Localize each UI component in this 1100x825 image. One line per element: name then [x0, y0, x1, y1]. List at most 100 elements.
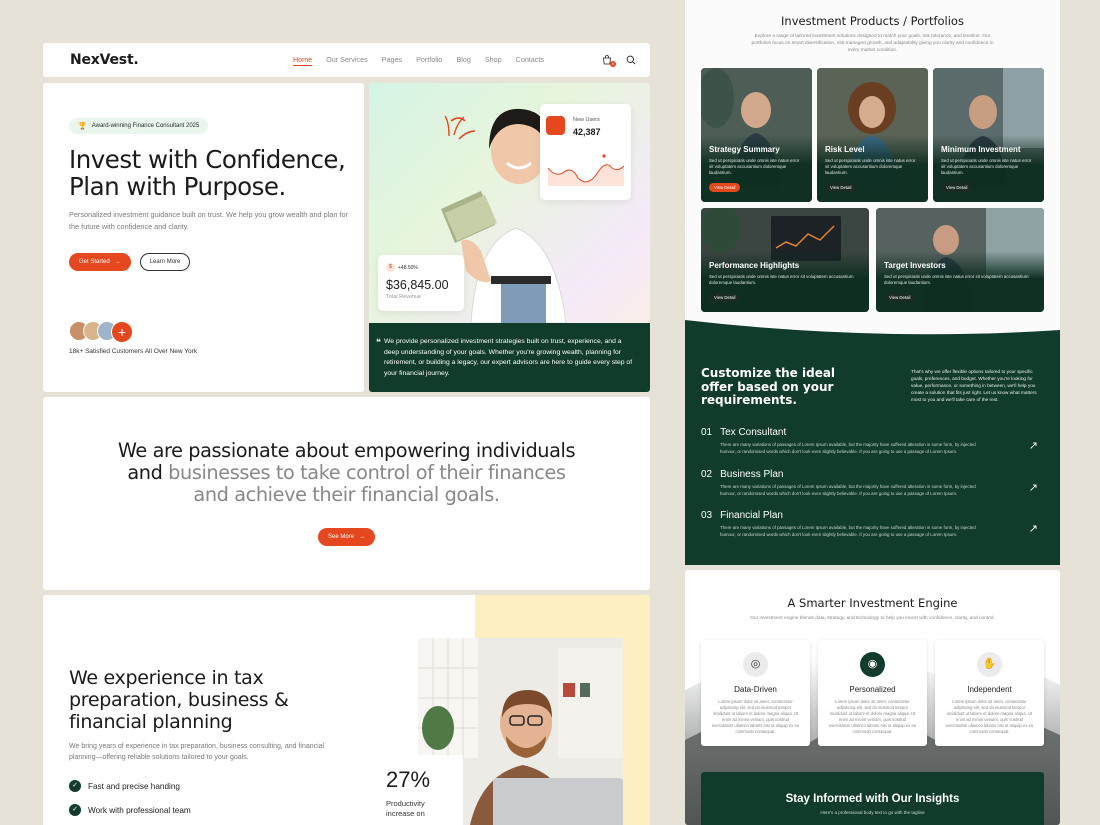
hero-title-line-2: Plan with Purpose.: [69, 172, 286, 201]
offer-item-financial-plan[interactable]: 03 Financial Plan There are many variatio…: [701, 510, 1046, 538]
engine-card-description: Lorem ipsum dolor sit amet, consectetur …: [711, 699, 800, 734]
view-detail-button[interactable]: View Detail: [709, 293, 741, 302]
card-overlay: Strategy Summary Sed ut perspiciatis und…: [701, 135, 812, 202]
arrow-up-right-icon[interactable]: ↗: [1029, 522, 1038, 535]
mission-heading: We are passionate about empowering indiv…: [43, 440, 650, 506]
personalized-icon: ◉: [860, 652, 885, 677]
offer-item-heading: 03 Financial Plan: [701, 510, 1046, 521]
product-card-target-investors[interactable]: Target Investors Sed ut perspiciatis und…: [876, 208, 1044, 312]
nav-item-our-services[interactable]: Our Services: [326, 55, 368, 66]
nav-item-home[interactable]: Home: [292, 55, 313, 66]
product-cards-row-1: Strategy Summary Sed ut perspiciatis und…: [701, 68, 1044, 202]
card-title: Target Investors: [884, 261, 946, 270]
cart-count-badge: 0: [610, 61, 616, 67]
offer-item-number: 02: [701, 469, 713, 480]
engine-card-data-driven[interactable]: ◎ Data-Driven Lorem ipsum dolor sit amet…: [701, 640, 810, 746]
check-icon: ✓: [69, 804, 81, 816]
product-card-performance-highlights[interactable]: Performance Highlights Sed ut perspiciat…: [701, 208, 869, 312]
customers-text: 18k+ Satisfied Customers All Over New Yo…: [69, 348, 198, 355]
offer-item-heading: 01 Tex Consultant: [701, 427, 1046, 438]
growth-value: +48.50%: [398, 264, 418, 271]
new-users-value: 42,387: [573, 127, 601, 137]
tax-subtitle: We bring years of experience in tax prep…: [69, 743, 325, 761]
engine-section: A Smarter Investment Engine Our investme…: [685, 570, 1060, 825]
engine-cards: ◎ Data-Driven Lorem ipsum dolor sit amet…: [701, 640, 1044, 746]
view-detail-button[interactable]: View Detail: [884, 293, 916, 302]
award-badge: 🏆 Award-winning Finance Consultant 2025: [69, 118, 209, 134]
customer-avatars: +: [69, 321, 364, 343]
offer-item-title: Tex Consultant: [720, 427, 787, 438]
arrow-right-icon: →: [359, 534, 365, 540]
checklist-label: Work with professional team: [88, 805, 191, 815]
add-avatar-icon[interactable]: +: [111, 321, 133, 343]
wave-divider: [685, 320, 1060, 335]
nav-item-contacts[interactable]: Contacts: [516, 55, 544, 66]
offer-note: That's why we offer flexible options tai…: [911, 369, 1037, 402]
mission-section: We are passionate about empowering indiv…: [43, 397, 650, 590]
product-card-risk-level[interactable]: Risk Level Sed ut perspiciatis unde omni…: [817, 68, 928, 202]
offer-item-title: Business Plan: [720, 469, 784, 480]
data-icon: ◎: [743, 652, 768, 677]
offer-item-business-plan[interactable]: 02 Business Plan There are many variation…: [701, 469, 1046, 497]
arrow-up-right-icon[interactable]: ↗: [1029, 481, 1038, 494]
productivity-label: Productivity increase on: [386, 799, 425, 818]
check-icon: ✓: [69, 780, 81, 792]
checklist-item: ✓ Fast and precise handing: [69, 780, 191, 792]
top-navbar: NexVest. Home Our Services Pages Portfol…: [43, 43, 650, 77]
checklist-label: Fast and precise handing: [88, 781, 180, 791]
see-more-label: See More: [327, 534, 354, 540]
hero-intro: 🏆 Award-winning Finance Consultant 2025 …: [43, 83, 364, 392]
engine-card-independent[interactable]: ✋ Independent Lorem ipsum dolor sit amet…: [935, 640, 1044, 746]
engine-card-title: Independent: [967, 685, 1012, 694]
card-title: Performance Highlights: [709, 261, 800, 270]
new-users-label: New Users: [573, 117, 600, 123]
view-detail-button[interactable]: View Detail: [941, 183, 973, 192]
card-description: Sed ut perspiciatis unde omnis iste natu…: [825, 158, 916, 175]
checklist-item: ✓ Work with professional team: [69, 804, 191, 816]
productivity-stat: 27% Productivity increase on: [378, 755, 463, 825]
view-detail-button[interactable]: View Detail: [825, 183, 857, 192]
revenue-value: $36,845.00: [386, 278, 449, 292]
main-menu: Home Our Services Pages Portfolio Blog S…: [292, 55, 544, 66]
nav-item-portfolio[interactable]: Portfolio: [416, 55, 442, 66]
get-started-button[interactable]: Get Started →: [69, 253, 131, 271]
nav-item-pages[interactable]: Pages: [382, 55, 402, 66]
card-description: Sed ut perspiciatis unde omnis iste natu…: [884, 274, 1029, 285]
card-description: Sed ut perspiciatis unde omnis iste natu…: [709, 158, 800, 175]
insights-title: Stay Informed with Our Insights: [785, 793, 960, 805]
learn-more-button[interactable]: Learn More: [139, 253, 191, 271]
product-card-minimum-investment[interactable]: Minimum Investment Sed ut perspiciatis u…: [933, 68, 1044, 202]
products-subtitle: Explore a range of tailored investment s…: [751, 34, 994, 53]
tax-section: We experience in tax preparation, busine…: [43, 595, 650, 825]
brand-logo[interactable]: NexVest.: [70, 52, 139, 68]
product-card-strategy-summary[interactable]: Strategy Summary Sed ut perspiciatis und…: [701, 68, 812, 202]
engine-card-description: Lorem ipsum dolor sit amet, consectetur …: [828, 699, 917, 734]
product-cards-row-2: Performance Highlights Sed ut perspiciat…: [701, 208, 1044, 312]
hero-quote-box: ❝ We provide personalized investment str…: [369, 323, 650, 392]
search-icon[interactable]: [626, 55, 636, 65]
arrow-up-right-icon[interactable]: ↗: [1029, 439, 1038, 452]
nav-item-shop[interactable]: Shop: [485, 55, 502, 66]
products-title: Investment Products / Portfolios: [781, 14, 964, 28]
engine-subtitle: Our investment engine blends data, strat…: [750, 616, 995, 621]
quote-icon: ❝: [376, 337, 381, 347]
offer-item-description: There are many variations of passages of…: [720, 484, 976, 496]
card-description: Sed ut perspiciatis unde omnis iste natu…: [941, 158, 1032, 175]
card-overlay: Risk Level Sed ut perspiciatis unde omni…: [817, 135, 928, 202]
offer-item-tex-consultant[interactable]: 01 Tex Consultant There are many variatio…: [701, 427, 1046, 455]
see-more-button[interactable]: See More →: [317, 528, 375, 546]
get-started-label: Get Started: [79, 259, 110, 265]
hero-visual: New Users 42,387 $ +48.50% $36,845.00 To…: [369, 83, 650, 392]
productivity-value: 27%: [386, 767, 431, 792]
mission-heading-part-2: and: [127, 461, 169, 484]
view-detail-button[interactable]: View Detail: [709, 183, 741, 192]
arrow-right-icon: →: [114, 259, 121, 265]
tax-heading-line-1: We experience in tax: [69, 667, 264, 689]
nav-item-blog[interactable]: Blog: [456, 55, 470, 66]
cart-icon[interactable]: 0: [602, 55, 616, 67]
engine-card-personalized[interactable]: ◉ Personalized Lorem ipsum dolor sit ame…: [818, 640, 927, 746]
hero-title-line-1: Invest with Confidence,: [69, 145, 346, 174]
revenue-card: $ +48.50% $36,845.00 Total Revenue: [378, 255, 464, 311]
mission-heading-part-3: businesses to take control of their fina…: [168, 461, 566, 484]
offer-item-number: 01: [701, 427, 713, 438]
